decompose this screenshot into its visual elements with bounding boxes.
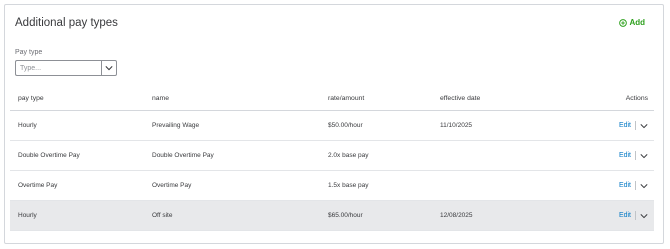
cell-rate: 2.0x base pay [320,140,432,171]
cell-effective-date: 11/10/2025 [432,110,560,141]
cell-name: Off site [144,200,320,231]
chevron-down-icon[interactable] [640,152,648,160]
header-actions: Actions [560,86,654,111]
cell-actions: Edit [560,200,654,231]
cell-name: Prevailing Wage [144,110,320,141]
cell-pay-type: Hourly [10,110,144,141]
header-name: name [144,86,320,111]
table-row: Hourly Off site $65.00/hour 12/08/2025 E… [10,200,654,231]
add-button[interactable]: Add [619,18,645,27]
pay-types-table: pay type name rate/amount effective date… [10,86,654,231]
cell-effective-date: 12/08/2025 [432,200,560,231]
divider [635,181,636,190]
pay-type-combobox [15,60,117,76]
cell-effective-date [432,140,560,171]
cell-rate: $65.00/hour [320,200,432,231]
cell-actions: Edit [560,170,654,201]
plus-circle-icon [619,18,628,27]
chevron-down-icon[interactable] [640,212,648,220]
header-effective-date: effective date [432,86,560,111]
chevron-down-icon[interactable] [640,122,648,130]
cell-name: Overtime Pay [144,170,320,201]
edit-link[interactable]: Edit [619,152,631,159]
edit-link[interactable]: Edit [619,212,631,219]
table-row: Double Overtime Pay Double Overtime Pay … [10,140,654,171]
header-rate-amount: rate/amount [320,86,432,111]
table-header-row: pay type name rate/amount effective date… [10,86,654,111]
cell-rate: $50.00/hour [320,110,432,141]
header-pay-type: pay type [10,86,144,111]
divider [635,151,636,160]
table-row: Overtime Pay Overtime Pay 1.5x base pay … [10,170,654,201]
edit-link[interactable]: Edit [619,122,631,129]
cell-name: Double Overtime Pay [144,140,320,171]
cell-effective-date [432,170,560,201]
pay-type-dropdown-button[interactable] [101,60,117,76]
pay-type-input[interactable] [15,60,101,76]
cell-pay-type: Double Overtime Pay [10,140,144,171]
chevron-down-icon [105,66,113,71]
add-button-label: Add [629,18,645,27]
pay-type-filter-label: Pay type [15,49,43,56]
divider [635,211,636,220]
cell-actions: Edit [560,140,654,171]
chevron-down-icon[interactable] [640,182,648,190]
edit-link[interactable]: Edit [619,182,631,189]
cell-actions: Edit [560,110,654,141]
cell-rate: 1.5x base pay [320,170,432,201]
cell-pay-type: Overtime Pay [10,170,144,201]
cell-pay-type: Hourly [10,200,144,231]
table-row: Hourly Prevailing Wage $50.00/hour 11/10… [10,110,654,141]
divider [635,121,636,130]
section-title: Additional pay types [15,17,118,29]
